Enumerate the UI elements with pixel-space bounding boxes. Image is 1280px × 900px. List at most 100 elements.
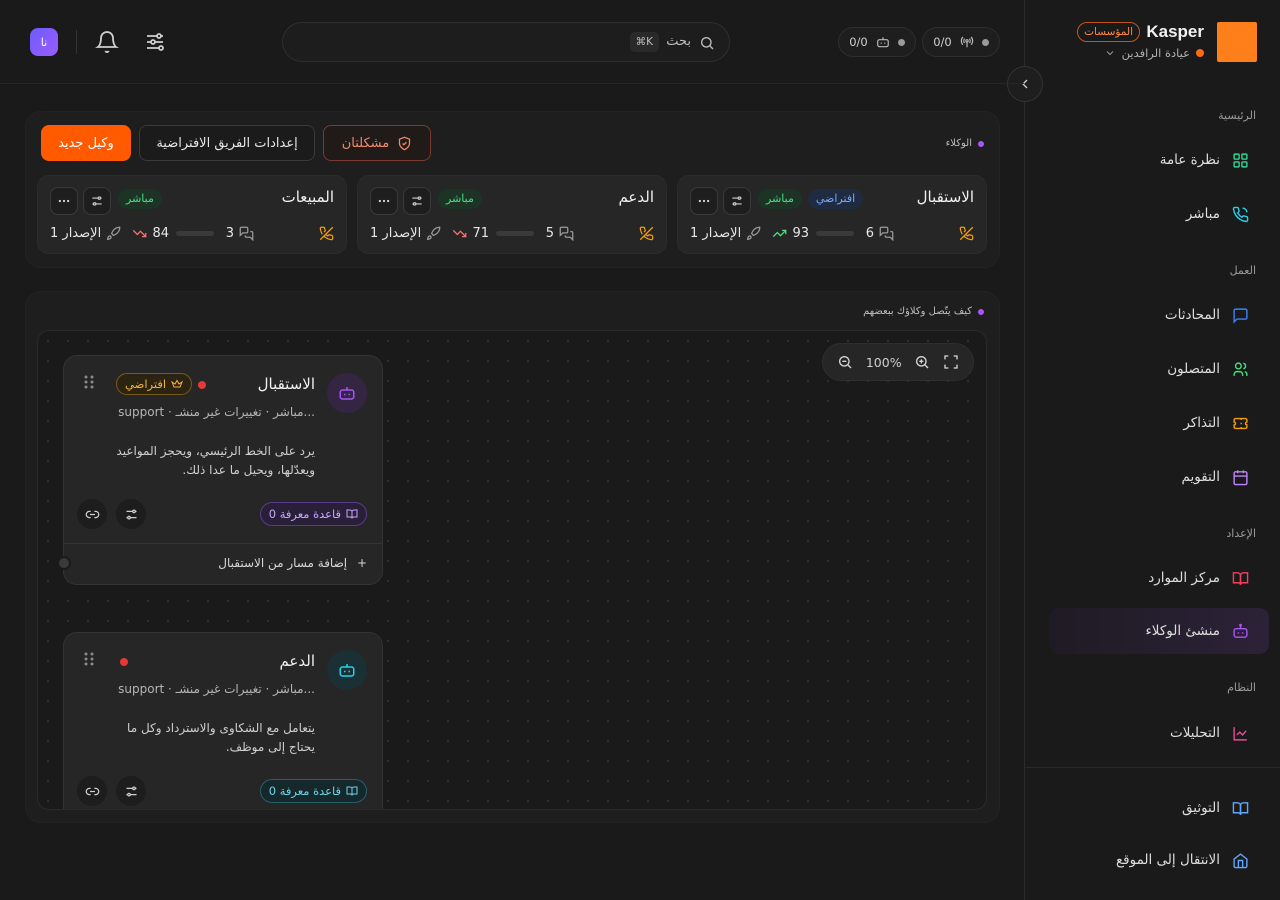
agent-card-reception[interactable]: الاستقبال مباشر افتراضي 6 93 الإصدار 1 bbox=[677, 175, 987, 254]
sidebar: Kasper المؤسسات عيادة الرافدين الرئيسية … bbox=[1007, 0, 1280, 900]
conversation-count: 3 bbox=[225, 225, 234, 241]
sidebar-item-live[interactable]: مباشر bbox=[1049, 191, 1269, 237]
node-description: يرد على الخط الرئيسي، ويحجز المواعيد ويع… bbox=[116, 444, 315, 477]
rocket-icon bbox=[106, 226, 121, 241]
sidebar-item-contacts[interactable]: المتصلون bbox=[1049, 346, 1269, 392]
org-name: عيادة الرافدين bbox=[1121, 46, 1190, 60]
knowledge-base-badge[interactable]: 0 قاعدة معرفة bbox=[259, 502, 367, 526]
node-settings-button[interactable] bbox=[116, 499, 146, 529]
bot-icon bbox=[876, 35, 890, 49]
search-input[interactable]: بحث ⌘K bbox=[282, 22, 730, 62]
fullscreen-icon[interactable] bbox=[943, 354, 959, 370]
message-square-icon bbox=[1232, 307, 1249, 324]
flow-node-reception[interactable]: الاستقبال افتراضي support · مباشر · تغيي… bbox=[57, 355, 383, 585]
flow-panel-title: كيف يتّصل وكلاؤك ببعضهم bbox=[863, 306, 972, 317]
agent-settings-button[interactable] bbox=[83, 187, 111, 215]
crown-icon bbox=[171, 378, 184, 390]
sidebar-item-goto-site[interactable]: الانتقال إلى الموقع bbox=[1049, 837, 1269, 883]
more-horizontal-icon bbox=[697, 194, 711, 208]
org-switcher[interactable]: عيادة الرافدين bbox=[1104, 46, 1204, 60]
sidebar-item-conversations[interactable]: المحادثات bbox=[1049, 292, 1269, 338]
sidebar-item-tickets[interactable]: التذاكر bbox=[1049, 400, 1269, 446]
sidebar-item-docs[interactable]: التوثيق bbox=[1049, 785, 1269, 831]
grid-icon bbox=[1232, 152, 1249, 169]
score-bar bbox=[496, 230, 534, 236]
agent-card-sales[interactable]: المبيعات مباشر 3 84 الإصدار 1 bbox=[37, 175, 347, 254]
agent-card-support[interactable]: الدعم مباشر 5 71 الإصدار 1 bbox=[357, 175, 667, 254]
radio-tower-icon bbox=[960, 35, 974, 49]
team-defaults-button[interactable]: إعدادات الفريق الافتراضية bbox=[139, 125, 315, 161]
agent-settings-button[interactable] bbox=[723, 187, 751, 215]
brand-logo bbox=[1217, 22, 1257, 62]
connection-port[interactable] bbox=[57, 556, 71, 570]
node-link-button[interactable] bbox=[77, 776, 107, 806]
sidebar-item-overview[interactable]: نظرة عامة bbox=[1049, 137, 1269, 183]
node-link-button[interactable] bbox=[77, 499, 107, 529]
version-label: الإصدار 1 bbox=[370, 225, 422, 241]
sidebar-item-resources[interactable]: مركز الموارد bbox=[1049, 555, 1269, 601]
live-badge: مباشر bbox=[438, 189, 482, 209]
sidebar-divider bbox=[1025, 767, 1280, 768]
trending-up-icon bbox=[772, 226, 787, 241]
knowledge-base-label: 0 قاعدة معرفة bbox=[268, 507, 341, 521]
drag-handle-icon[interactable] bbox=[82, 374, 96, 390]
score-bar bbox=[816, 230, 854, 236]
agents-panel-label: الوكلاء bbox=[946, 138, 984, 149]
knowledge-base-badge[interactable]: 0 قاعدة معرفة bbox=[259, 779, 367, 803]
flow-node-support[interactable]: الدعم support · مباشر · تغييرات غير منشـ… bbox=[63, 632, 383, 809]
agent-stats: 5 71 الإصدار 1 bbox=[370, 224, 654, 242]
topbar-divider bbox=[76, 30, 77, 54]
sidebar-item-label: التذاكر bbox=[1183, 415, 1220, 431]
bots-stat-pill[interactable]: 0/0 bbox=[838, 27, 916, 57]
more-horizontal-icon bbox=[377, 194, 391, 208]
score-bar bbox=[176, 230, 214, 236]
bot-icon bbox=[1232, 623, 1249, 640]
agent-more-button[interactable] bbox=[370, 187, 398, 215]
chevron-down-icon bbox=[1104, 47, 1116, 59]
bots-status-dot bbox=[897, 38, 905, 46]
flow-canvas[interactable]: 100% الاستقبال افتراضي support · مباشر ·… bbox=[37, 330, 987, 810]
live-badge: مباشر bbox=[118, 189, 162, 209]
issues-button[interactable]: مشكلتان bbox=[323, 125, 431, 161]
bell-icon[interactable] bbox=[95, 30, 119, 54]
agent-name: الدعم bbox=[618, 188, 654, 206]
section-label-main: الرئيسية bbox=[1218, 109, 1256, 122]
sliders-icon bbox=[90, 194, 104, 208]
messages-icon bbox=[239, 226, 254, 241]
zoom-in-icon[interactable] bbox=[914, 354, 930, 370]
agent-name: المبيعات bbox=[281, 188, 334, 206]
sidebar-item-analytics[interactable]: التحليلات bbox=[1049, 710, 1269, 756]
agent-more-button[interactable] bbox=[50, 187, 78, 215]
node-settings-button[interactable] bbox=[116, 776, 146, 806]
sidebar-item-label: التحليلات bbox=[1170, 725, 1220, 741]
sidebar-item-label: مباشر bbox=[1185, 206, 1220, 222]
add-route-button[interactable]: إضافة مسار من الاستقبال + bbox=[218, 556, 367, 570]
agent-stats: 6 93 الإصدار 1 bbox=[690, 224, 974, 242]
avatar[interactable]: نا bbox=[30, 28, 58, 56]
agent-badges: مباشر افتراضي bbox=[758, 189, 864, 209]
sidebar-item-label: الانتقال إلى الموقع bbox=[1115, 852, 1220, 868]
zoom-out-icon[interactable] bbox=[837, 354, 853, 370]
calls-stat-pill[interactable]: 0/0 bbox=[922, 27, 1000, 57]
new-agent-button[interactable]: وكيل جديد bbox=[41, 125, 131, 161]
calls-stat-value: 0/0 bbox=[933, 35, 952, 49]
sidebar-item-calendar[interactable]: التقويم bbox=[1049, 454, 1269, 500]
node-avatar bbox=[327, 373, 367, 413]
agent-settings-button[interactable] bbox=[403, 187, 431, 215]
org-status-dot bbox=[1196, 49, 1204, 57]
calls-status-dot bbox=[981, 38, 989, 46]
drag-handle-icon[interactable] bbox=[82, 651, 96, 667]
agent-stats: 3 84 الإصدار 1 bbox=[50, 224, 334, 242]
sidebar-item-label: المتصلون bbox=[1167, 361, 1220, 377]
shield-alert-icon bbox=[397, 136, 412, 151]
rocket-icon bbox=[746, 226, 761, 241]
agent-more-button[interactable] bbox=[690, 187, 718, 215]
brand-name: Kasper bbox=[1146, 22, 1204, 41]
chart-line-icon bbox=[1232, 725, 1249, 742]
search-placeholder: بحث bbox=[666, 34, 691, 49]
top-bar: نا بحث ⌘K 0/0 0/0 bbox=[0, 0, 1024, 84]
sliders-icon[interactable] bbox=[143, 30, 167, 54]
sidebar-item-label: مركز الموارد bbox=[1148, 570, 1220, 586]
trending-down-icon bbox=[452, 226, 467, 241]
sidebar-item-agent-builder[interactable]: منشئ الوكلاء bbox=[1049, 608, 1269, 654]
